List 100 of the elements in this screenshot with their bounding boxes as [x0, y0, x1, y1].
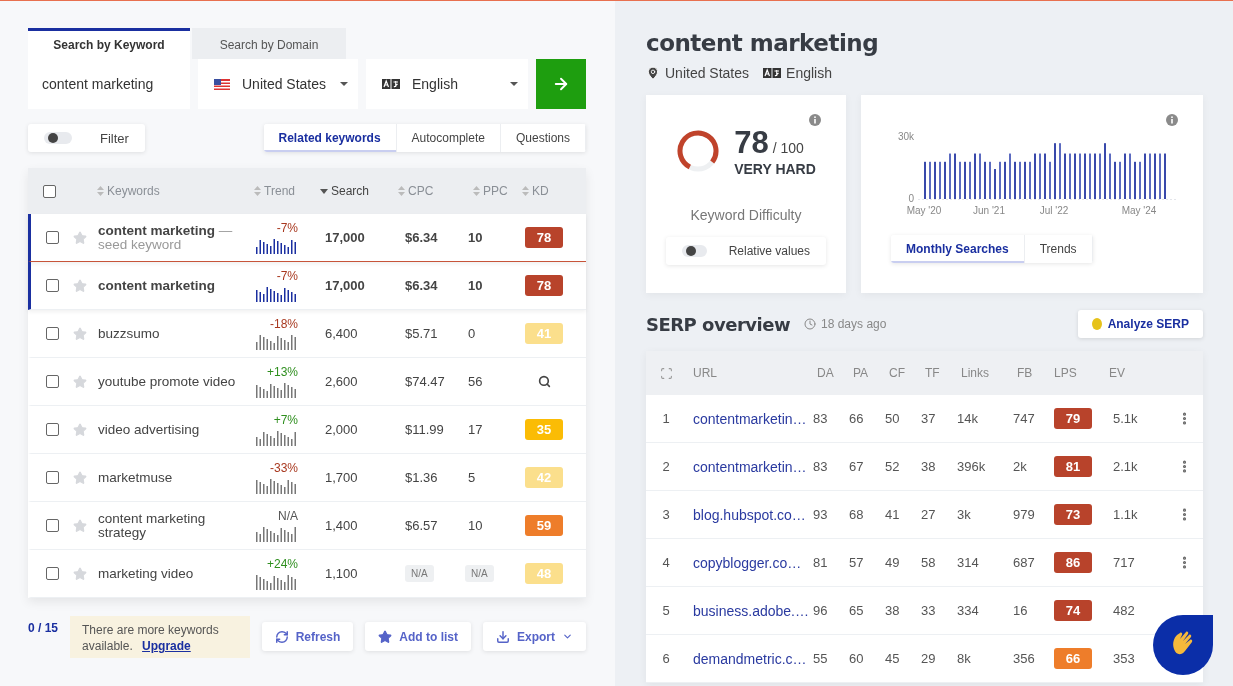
row-checkbox[interactable] [45, 279, 59, 292]
difficulty-badge: 59 [525, 515, 563, 536]
result-url-link[interactable]: business.adobe.… [686, 602, 813, 619]
toggle-switch[interactable] [44, 132, 72, 144]
search-tab[interactable]: Search by Domain [192, 28, 346, 59]
search-volume: 17,000 [324, 230, 366, 245]
seed-keyword-row[interactable]: content marketing — seed keyword -7% 17,000 $6.34 10 78 [28, 214, 586, 262]
relative-values-toggle[interactable]: Relative values [666, 237, 826, 265]
keyword-row[interactable]: video advertising +7% 2,000 $11.99 17 35 [28, 406, 586, 454]
result-url-link[interactable]: copyblogger.co… [686, 554, 813, 571]
column-header[interactable]: Search [320, 184, 370, 198]
info-icon[interactable] [809, 114, 821, 126]
row-checkbox[interactable] [45, 519, 59, 532]
cpc-value: $74.47 [404, 374, 446, 389]
da-value: 93 [813, 507, 829, 522]
pa-value: 66 [849, 411, 865, 426]
row-checkbox[interactable] [45, 231, 59, 244]
difficulty-rating: VERY HARD [734, 161, 816, 177]
difficulty-badge: 41 [525, 323, 563, 344]
result-url-link[interactable]: blog.hubspot.co… [686, 506, 813, 523]
tf-value: 58 [921, 555, 937, 570]
us-flag-icon [214, 78, 230, 90]
trend-sparkline [256, 286, 298, 302]
difficulty-badge: 78 [525, 275, 563, 296]
star-icon[interactable] [73, 278, 87, 293]
column-header: Links [960, 366, 990, 380]
ppc-value: N/A [465, 565, 494, 582]
rank-number: 6 [662, 651, 670, 666]
star-icon[interactable] [73, 374, 87, 389]
chart-tab[interactable]: Monthly Searches [891, 235, 1025, 263]
star-icon [378, 629, 393, 644]
keyword-row[interactable]: marketing video +24% 1,100 N/A N/A 48 [28, 550, 586, 598]
trend-percent: +24% [266, 557, 298, 571]
row-checkbox[interactable] [45, 567, 59, 580]
keyword-row[interactable]: youtube promote video +13% 2,600 $74.47 56 [28, 358, 586, 406]
row-checkbox[interactable] [45, 423, 59, 436]
axis-tick-label: May '20 [906, 205, 942, 216]
toggle-switch[interactable] [682, 245, 707, 257]
keyword-text: content marketing strategy [97, 511, 207, 540]
da-value: 96 [813, 603, 829, 618]
result-tab[interactable]: Questions [500, 124, 586, 152]
lps-badge: 74 [1054, 600, 1092, 621]
search-volume: 2,600 [324, 374, 359, 389]
star-icon[interactable] [73, 422, 87, 437]
refresh-button[interactable]: Refresh [261, 622, 354, 651]
keyword-input[interactable]: content marketing [28, 59, 190, 109]
keyword-row[interactable]: marketmuse -33% 1,700 $1.36 5 42 [28, 454, 586, 502]
result-tab[interactable]: Related keywords [263, 124, 397, 152]
column-header: URL [692, 366, 718, 380]
result-url-link[interactable]: contentmarketin… [686, 458, 813, 475]
select-all-checkbox[interactable] [42, 184, 56, 198]
chevron-down-icon [562, 631, 573, 642]
star-icon[interactable] [73, 518, 87, 533]
column-header: FB [1016, 366, 1034, 380]
search-tab[interactable]: Search by Keyword [28, 28, 190, 59]
links-value: 8k [957, 651, 972, 666]
sort-icon [522, 186, 529, 196]
language-select[interactable]: English [366, 59, 528, 109]
translate-icon [382, 79, 400, 89]
sort-icon [254, 186, 262, 196]
chart-tab[interactable]: Trends [1024, 235, 1093, 263]
da-value: 81 [813, 555, 829, 570]
links-value: 3k [957, 507, 972, 522]
result-tab[interactable]: Autocomplete [396, 124, 501, 152]
star-icon[interactable] [73, 470, 87, 485]
updated-time: 18 days ago [821, 317, 887, 331]
add-button[interactable]: Add to list [365, 622, 471, 651]
result-url-link[interactable]: contentmarketin… [686, 410, 813, 427]
result-url-link[interactable]: demandmetric.c… [686, 650, 813, 667]
search-icon[interactable] [538, 375, 551, 388]
info-icon[interactable] [1166, 114, 1178, 126]
pa-value: 67 [849, 459, 865, 474]
star-icon[interactable] [73, 326, 87, 341]
trend-sparkline [256, 526, 298, 542]
row-checkbox[interactable] [45, 375, 59, 388]
ppc-value: 5 [467, 470, 477, 485]
star-icon[interactable] [73, 230, 87, 245]
country-select[interactable]: United States [198, 59, 358, 109]
keyword-row[interactable]: content marketing -7% 17,000 $6.34 10 78 [28, 262, 586, 310]
da-value: 83 [813, 459, 829, 474]
keyword-text: marketmuse [97, 470, 174, 485]
row-checkbox[interactable] [45, 471, 59, 484]
axis-tick-label: Jul '22 [1039, 205, 1069, 216]
upgrade-link[interactable]: Upgrade [142, 639, 191, 653]
ppc-value: 10 [467, 518, 484, 533]
trend-sparkline [256, 574, 298, 590]
cf-value: 49 [885, 555, 901, 570]
analyze-serp-button[interactable]: Analyze SERP [1077, 310, 1203, 338]
da-value: 55 [813, 651, 829, 666]
row-checkbox[interactable] [45, 327, 59, 340]
star-icon[interactable] [73, 566, 87, 581]
keyword-text: marketing video [97, 566, 195, 581]
keyword-row[interactable]: content marketing strategy N/A 1,400 $6.57 10 59 [28, 502, 586, 550]
filter-toggle[interactable]: Filter [28, 124, 145, 152]
trend-percent: -18% [270, 317, 298, 331]
keyword-row[interactable]: buzzsumo -18% 6,400 $5.71 0 41 [28, 310, 586, 358]
export-button[interactable]: Export [483, 622, 586, 651]
difficulty-max: / 100 [772, 140, 804, 156]
column-header: CF [888, 366, 906, 380]
rank-number: 2 [662, 459, 670, 474]
